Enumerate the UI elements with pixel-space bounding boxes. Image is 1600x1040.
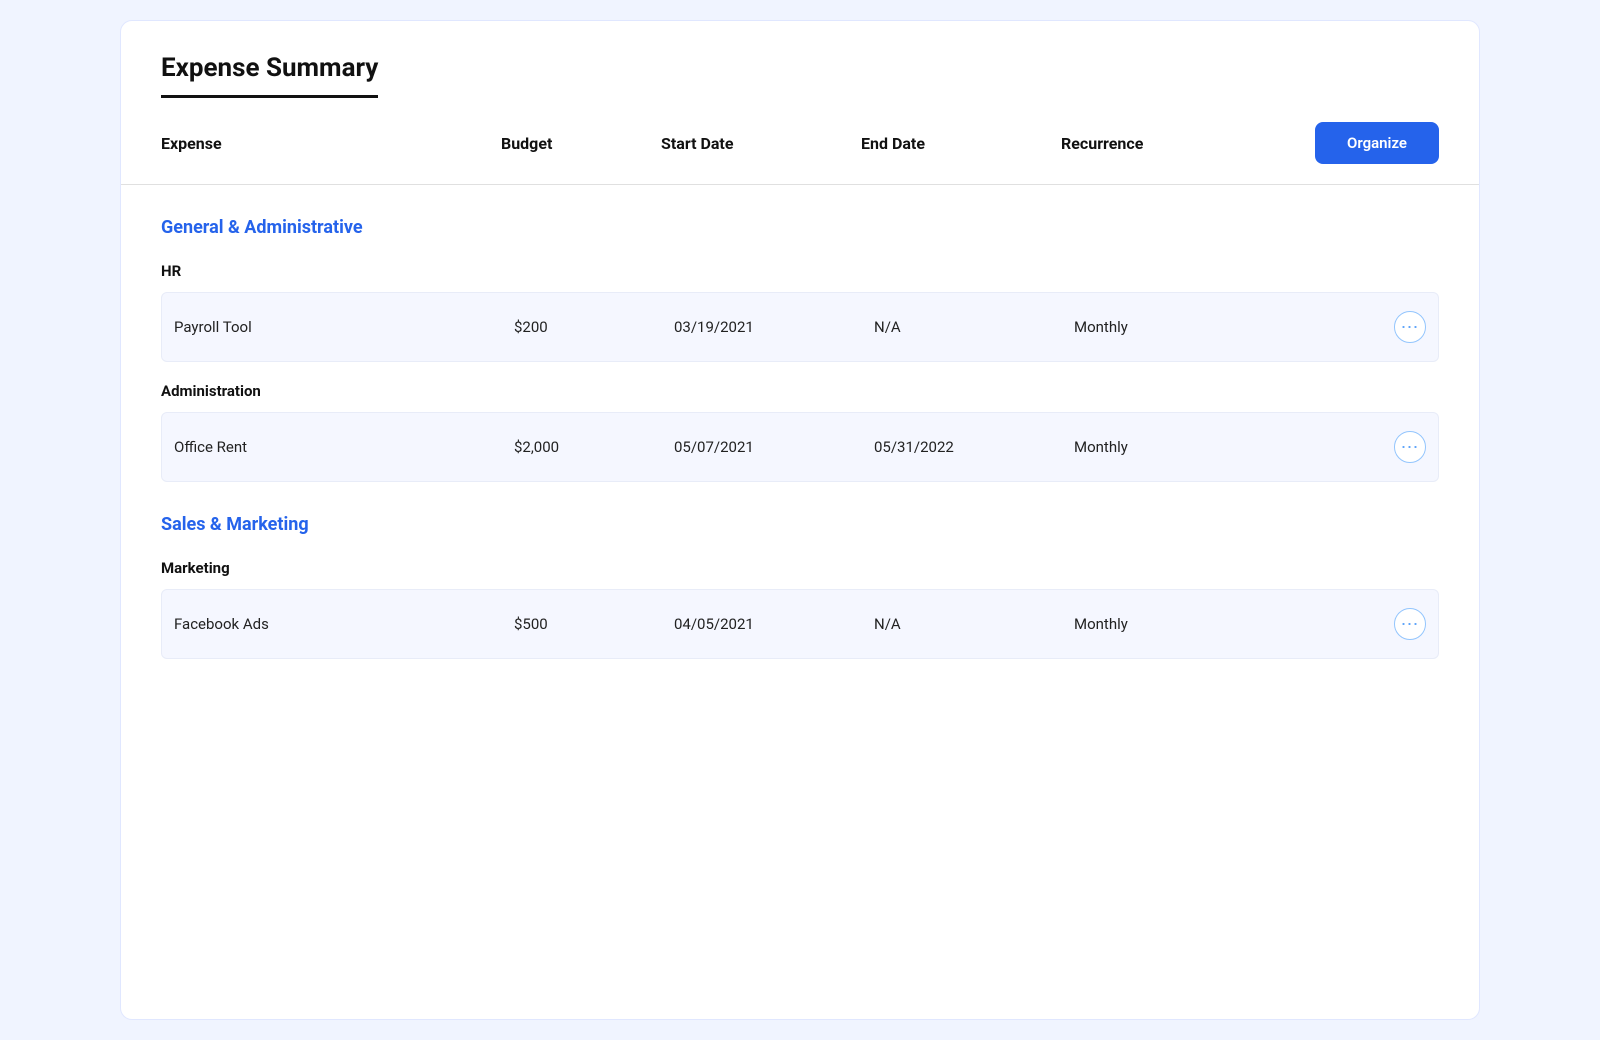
col-header-start-date: Start Date bbox=[661, 134, 861, 153]
table-row: Office Rent $2,000 05/07/2021 05/31/2022… bbox=[161, 412, 1439, 482]
table-row: Payroll Tool $200 03/19/2021 N/A Monthly… bbox=[161, 292, 1439, 362]
more-options-button[interactable]: ⋯ bbox=[1394, 311, 1426, 343]
expense-actions: ⋯ bbox=[1266, 431, 1426, 463]
subcategory-hr: HR Payroll Tool $200 03/19/2021 N/A Mont… bbox=[161, 254, 1439, 362]
page-title: Expense Summary bbox=[161, 53, 378, 98]
organize-button[interactable]: Organize bbox=[1315, 122, 1439, 164]
expense-budget: $2,000 bbox=[514, 438, 674, 456]
header-section: Expense Summary Expense Budget Start Dat… bbox=[121, 21, 1479, 185]
expense-end-date: 05/31/2022 bbox=[874, 438, 1074, 456]
expense-actions: ⋯ bbox=[1266, 311, 1426, 343]
expense-summary-container: Expense Summary Expense Budget Start Dat… bbox=[120, 20, 1480, 1020]
col-header-recurrence: Recurrence bbox=[1061, 134, 1279, 153]
expense-recurrence: Monthly bbox=[1074, 318, 1266, 336]
expense-name: Payroll Tool bbox=[174, 318, 514, 336]
column-header-row: Expense Budget Start Date End Date Recur… bbox=[161, 98, 1439, 184]
subcategory-administration: Administration Office Rent $2,000 05/07/… bbox=[161, 374, 1439, 482]
expense-recurrence: Monthly bbox=[1074, 438, 1266, 456]
subcategory-title-marketing: Marketing bbox=[161, 551, 1439, 589]
col-header-budget: Budget bbox=[501, 134, 661, 153]
category-title-general-administrative: General & Administrative bbox=[161, 217, 1439, 238]
expense-end-date: N/A bbox=[874, 318, 1074, 336]
more-options-button[interactable]: ⋯ bbox=[1394, 431, 1426, 463]
expense-name: Facebook Ads bbox=[174, 615, 514, 633]
category-group-sales-marketing: Sales & Marketing Marketing Facebook Ads … bbox=[161, 514, 1439, 659]
expense-name: Office Rent bbox=[174, 438, 514, 456]
expense-end-date: N/A bbox=[874, 615, 1074, 633]
expense-start-date: 03/19/2021 bbox=[674, 318, 874, 336]
category-group-general-administrative: General & Administrative HR Payroll Tool … bbox=[161, 217, 1439, 482]
col-header-actions: Organize bbox=[1279, 122, 1439, 164]
expense-budget: $200 bbox=[514, 318, 674, 336]
expense-recurrence: Monthly bbox=[1074, 615, 1266, 633]
more-options-button[interactable]: ⋯ bbox=[1394, 608, 1426, 640]
expense-budget: $500 bbox=[514, 615, 674, 633]
subcategory-title-hr: HR bbox=[161, 254, 1439, 292]
category-title-sales-marketing: Sales & Marketing bbox=[161, 514, 1439, 535]
col-header-end-date: End Date bbox=[861, 134, 1061, 153]
col-header-expense: Expense bbox=[161, 134, 501, 153]
expense-start-date: 04/05/2021 bbox=[674, 615, 874, 633]
table-row: Facebook Ads $500 04/05/2021 N/A Monthly… bbox=[161, 589, 1439, 659]
subcategory-title-administration: Administration bbox=[161, 374, 1439, 412]
content-section: General & Administrative HR Payroll Tool … bbox=[121, 217, 1479, 659]
expense-start-date: 05/07/2021 bbox=[674, 438, 874, 456]
subcategory-marketing: Marketing Facebook Ads $500 04/05/2021 N… bbox=[161, 551, 1439, 659]
expense-actions: ⋯ bbox=[1266, 608, 1426, 640]
